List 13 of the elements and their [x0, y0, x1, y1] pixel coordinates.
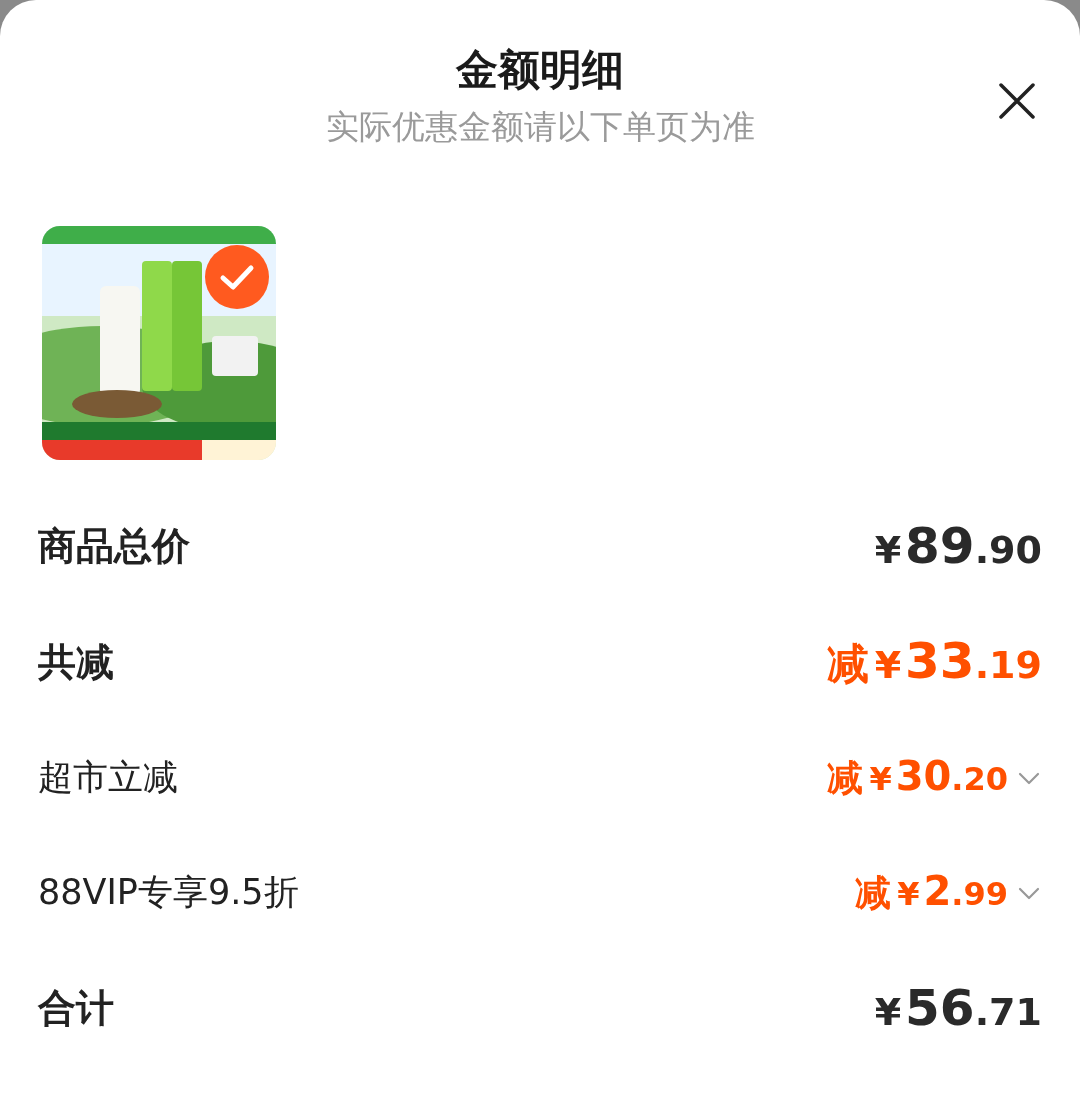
amount-text: ¥56.71 [874, 979, 1042, 1037]
sheet-subtitle: 实际优惠金额请以下单页为准 [325, 106, 755, 148]
check-icon[interactable] [205, 245, 269, 309]
amount-text: 减 ¥2.99 [855, 867, 1008, 916]
sheet-title: 金额明细 [456, 44, 624, 96]
row-label: 共减 [38, 638, 114, 686]
row-label: 商品总价 [38, 522, 190, 570]
row-label: 88VIP专享9.5折 [38, 871, 299, 914]
amount-text: 减¥33.19 [826, 632, 1042, 692]
amount-text: 减 ¥30.20 [827, 752, 1008, 801]
row-label: 超市立减 [38, 756, 178, 799]
row-label: 合计 [38, 984, 114, 1032]
amount-text: ¥89.90 [874, 517, 1042, 575]
